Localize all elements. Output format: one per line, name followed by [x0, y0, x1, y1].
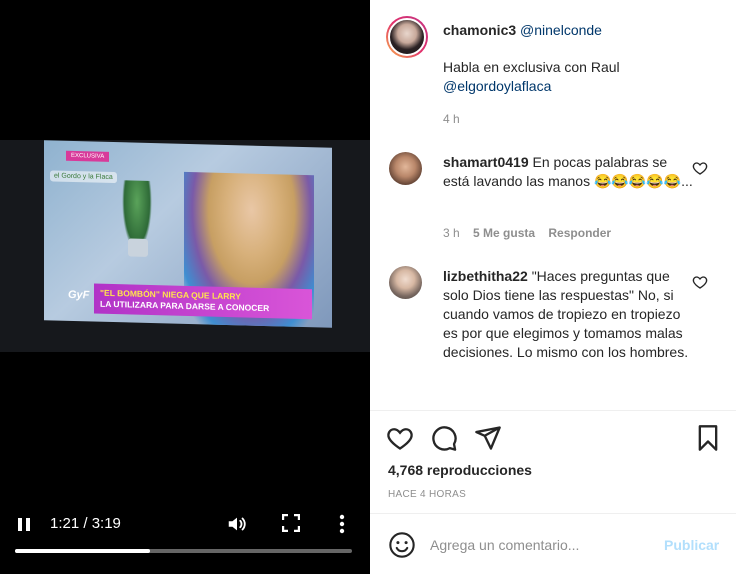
- plant-pot-image: [128, 238, 148, 257]
- video-controls: 1:21 / 3:19: [0, 504, 370, 544]
- video-player[interactable]: EXCLUSIVA el Gordo y la Flaca GyF "EL BO…: [0, 0, 370, 574]
- post-side-panel: chamonic3 @ninelconde Habla en exclusiva…: [370, 0, 736, 574]
- share-paper-plane-icon[interactable]: [474, 424, 502, 452]
- time-display: 1:21 / 3:19: [50, 515, 121, 532]
- video-progress-fill: [15, 549, 150, 553]
- comment-item: shamart0419 En pocas palabras se está la…: [443, 153, 693, 191]
- caption-text: Habla en exclusiva con Raul: [443, 59, 620, 75]
- comment-username[interactable]: shamart0419: [443, 154, 529, 170]
- video-progress-bar[interactable]: [15, 549, 352, 553]
- volume-icon[interactable]: [226, 513, 248, 535]
- show-logo: el Gordo y la Flaca: [50, 170, 117, 184]
- like-comment-heart-icon[interactable]: [692, 274, 708, 290]
- pause-icon[interactable]: [14, 514, 34, 534]
- video-frame: EXCLUSIVA el Gordo y la Flaca GyF "EL BO…: [0, 140, 370, 352]
- tv-screen: EXCLUSIVA el Gordo y la Flaca GyF "EL BO…: [44, 140, 332, 328]
- comment-meta: 3 h 5 Me gusta Responder: [443, 226, 621, 240]
- author-mention[interactable]: @ninelconde: [520, 22, 602, 38]
- divider: [370, 410, 736, 411]
- commenter-avatar[interactable]: [389, 152, 422, 185]
- reply-button[interactable]: Responder: [548, 226, 611, 240]
- comment-time[interactable]: 3 h: [443, 226, 460, 240]
- caption-mention[interactable]: @elgordoylaflaca: [443, 78, 551, 94]
- channel-logo: GyF: [68, 288, 90, 302]
- view-count[interactable]: 4,768 reproducciones: [388, 462, 532, 478]
- comment-item: lizbethitha22 "Haces preguntas que solo …: [443, 267, 693, 362]
- post-time-ago[interactable]: HACE 4 HORAS: [388, 489, 466, 500]
- like-comment-heart-icon[interactable]: [692, 160, 708, 176]
- caption-time[interactable]: 4 h: [443, 112, 460, 126]
- comment-bubble-icon[interactable]: [430, 424, 458, 452]
- save-bookmark-icon[interactable]: [694, 424, 722, 452]
- fullscreen-icon[interactable]: [281, 513, 301, 533]
- comment-likes[interactable]: 5 Me gusta: [473, 226, 535, 240]
- exclusive-tag: EXCLUSIVA: [66, 150, 110, 162]
- divider: [370, 513, 736, 514]
- lower-third-banner: "EL BOMBÓN" NIEGA QUE LARRY LA UTILIZARA…: [94, 283, 312, 320]
- emoji-smiley-icon[interactable]: [388, 531, 416, 559]
- more-options-icon[interactable]: [334, 513, 350, 535]
- post-caption: chamonic3 @ninelconde Habla en exclusiva…: [443, 21, 713, 96]
- comment-username[interactable]: lizbethitha22: [443, 268, 528, 284]
- commenter-avatar[interactable]: [389, 266, 422, 299]
- add-comment-input[interactable]: [430, 530, 650, 560]
- author-username[interactable]: chamonic3: [443, 22, 516, 38]
- author-avatar[interactable]: [386, 16, 428, 58]
- publish-button[interactable]: Publicar: [664, 537, 719, 553]
- like-heart-icon[interactable]: [386, 424, 414, 452]
